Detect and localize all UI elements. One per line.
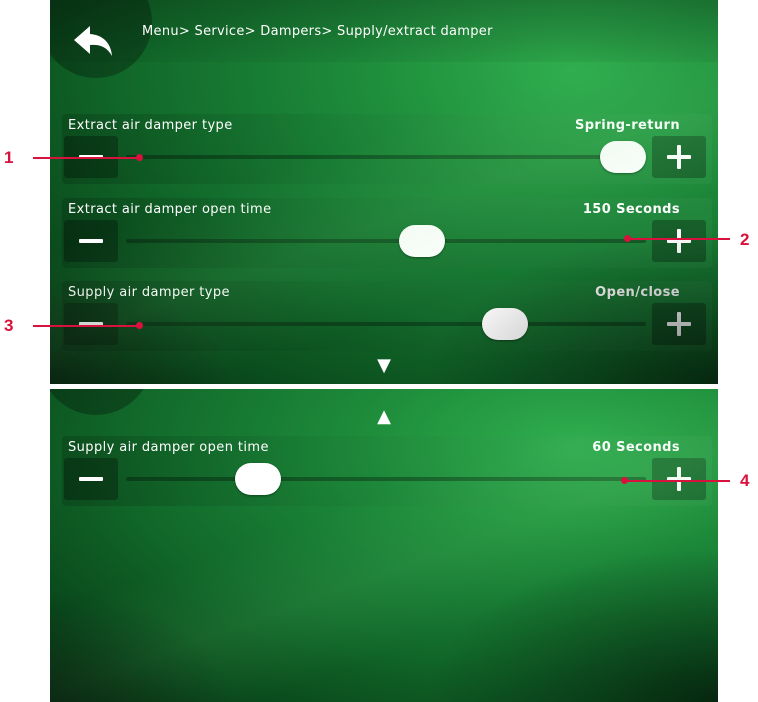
breadcrumb: Menu> Service> Dampers> Supply/extract d… xyxy=(142,24,493,39)
increase-button[interactable] xyxy=(652,303,706,345)
minus-icon xyxy=(79,477,103,481)
minus-icon xyxy=(79,239,103,243)
setting-row-supply-damper-open-time: Supply air damper open time 60 Seconds xyxy=(62,436,712,506)
setting-label: Supply air damper open time xyxy=(68,440,269,455)
slider-knob[interactable] xyxy=(600,141,646,173)
decrease-button[interactable] xyxy=(64,220,118,262)
setting-value: Open/close xyxy=(595,285,680,300)
callout-number: 2 xyxy=(740,230,750,249)
plus-icon-vertical xyxy=(677,229,681,253)
callout-line xyxy=(628,238,730,240)
callout-dot xyxy=(621,477,628,484)
increase-button[interactable] xyxy=(652,458,706,500)
slider-track[interactable] xyxy=(126,322,646,326)
plus-icon-vertical xyxy=(677,145,681,169)
callout-line xyxy=(33,157,139,159)
plus-icon-vertical xyxy=(677,312,681,336)
setting-label: Extract air damper open time xyxy=(68,202,272,217)
callout-dot xyxy=(624,235,631,242)
callout-dot xyxy=(136,322,143,329)
setting-value: Spring-return xyxy=(574,118,680,133)
setting-row-extract-damper-open-time: Extract air damper open time 150 Seconds xyxy=(62,198,712,268)
setting-row-supply-damper-type: Supply air damper type Open/close xyxy=(62,281,712,351)
scroll-down-icon[interactable]: ▼ xyxy=(50,357,718,375)
slider-track[interactable] xyxy=(126,477,646,481)
screen-panel-top: Menu> Service> Dampers> Supply/extract d… xyxy=(50,0,718,384)
decrease-button[interactable] xyxy=(64,303,118,345)
screen-panel-bottom: ▲ Supply air damper open time 60 Seconds xyxy=(50,389,718,702)
increase-button[interactable] xyxy=(652,220,706,262)
callout-number: 4 xyxy=(740,471,750,490)
setting-value: 150 Seconds xyxy=(582,202,680,217)
slider-knob[interactable] xyxy=(482,308,528,340)
slider-knob[interactable] xyxy=(399,225,445,257)
setting-label: Extract air damper type xyxy=(68,118,233,133)
setting-value: 60 Seconds xyxy=(592,440,680,455)
callout-number: 1 xyxy=(4,148,14,167)
setting-row-extract-damper-type: Extract air damper type Spring-return xyxy=(62,114,712,184)
callout-number: 3 xyxy=(4,316,14,335)
increase-button[interactable] xyxy=(652,136,706,178)
callout-dot xyxy=(136,154,143,161)
decrease-button[interactable] xyxy=(64,458,118,500)
callout-line xyxy=(625,480,730,482)
slider-knob[interactable] xyxy=(235,463,281,495)
scroll-up-icon[interactable]: ▲ xyxy=(50,408,718,426)
slider-track[interactable] xyxy=(126,239,646,243)
slider-track[interactable] xyxy=(126,155,646,159)
callout-line xyxy=(33,325,139,327)
plus-icon-vertical xyxy=(677,467,681,491)
back-arrow-icon[interactable] xyxy=(70,22,118,64)
setting-label: Supply air damper type xyxy=(68,285,230,300)
